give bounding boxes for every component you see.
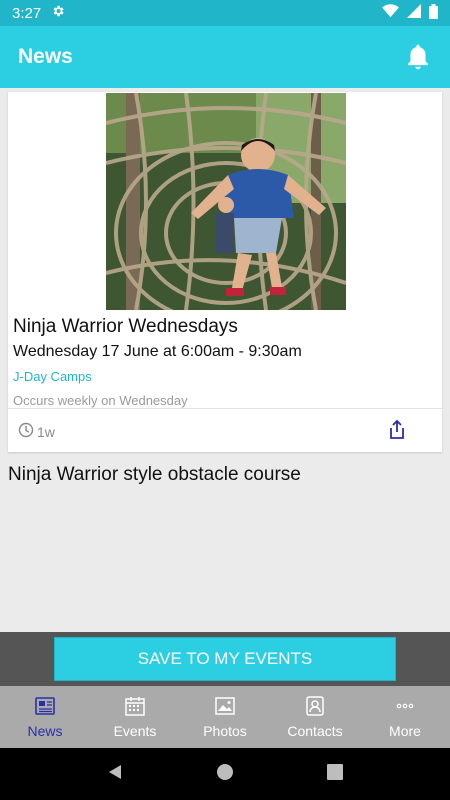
tab-contacts[interactable]: Contacts <box>270 686 360 748</box>
page-title: News <box>18 45 73 68</box>
event-photo <box>106 93 346 310</box>
wifi-icon <box>382 4 399 22</box>
photo-icon <box>214 695 236 720</box>
status-bar: 3:27 <box>0 0 450 26</box>
status-time: 3:27 <box>12 4 42 22</box>
post-age: 1w <box>18 422 55 441</box>
system-nav-bar <box>0 748 450 800</box>
save-to-my-events-button[interactable]: SAVE TO MY EVENTS <box>54 637 396 681</box>
save-bar: SAVE TO MY EVENTS <box>0 632 450 686</box>
tab-news[interactable]: News <box>0 686 90 748</box>
bottom-tab-bar: News Events Photos Contacts More <box>0 686 450 748</box>
clock-icon <box>18 422 34 441</box>
more-dots-icon <box>394 695 416 720</box>
settings-gear-icon <box>51 4 65 22</box>
news-icon <box>34 695 56 720</box>
calendar-icon <box>124 695 146 720</box>
tab-label: Contacts <box>287 723 343 739</box>
tab-label: Photos <box>203 723 247 739</box>
card-divider <box>8 408 442 409</box>
signal-icon <box>407 4 421 22</box>
tab-label: More <box>389 723 421 739</box>
back-icon[interactable] <box>106 763 124 786</box>
share-icon[interactable] <box>388 419 406 440</box>
notification-bell-icon[interactable] <box>404 42 432 72</box>
contact-icon <box>304 695 326 720</box>
tab-more[interactable]: More <box>360 686 450 748</box>
home-icon[interactable] <box>216 763 234 786</box>
tab-events[interactable]: Events <box>90 686 180 748</box>
tab-label: Events <box>113 723 157 739</box>
event-category-link[interactable]: J-Day Camps <box>13 369 92 384</box>
event-datetime: Wednesday 17 June at 6:00am - 9:30am <box>13 343 302 360</box>
event-card[interactable]: Ninja Warrior Wednesdays Wednesday 17 Ju… <box>8 92 442 452</box>
battery-icon <box>429 3 438 23</box>
event-recurrence: Occurs weekly on Wednesday <box>13 393 188 408</box>
recents-icon[interactable] <box>326 763 344 786</box>
app-bar: News <box>0 26 450 88</box>
event-title: Ninja Warrior Wednesdays <box>13 316 238 337</box>
event-description: Ninja Warrior style obstacle course <box>8 464 301 485</box>
tab-label: News <box>27 723 63 739</box>
tab-photos[interactable]: Photos <box>180 686 270 748</box>
post-age-label: 1w <box>37 423 55 440</box>
